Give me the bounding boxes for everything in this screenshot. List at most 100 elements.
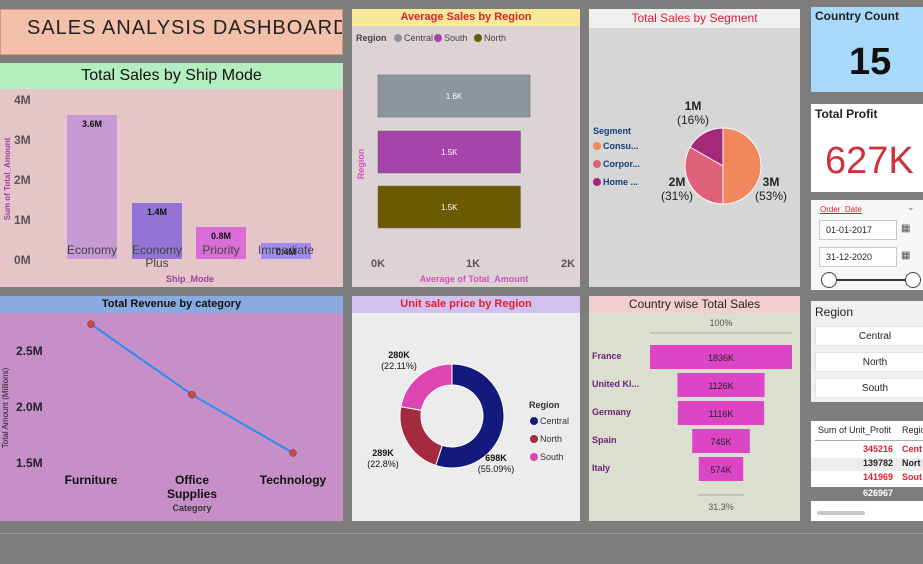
y-axis-label: Total Amount (Millions) [1, 367, 10, 448]
total-profit-card[interactable]: Total Profit 627K [811, 104, 923, 192]
data-label: 280K [388, 350, 410, 360]
legend-label: Home ... [603, 177, 638, 187]
data-label: 1M [685, 99, 702, 113]
calendar-icon[interactable]: ▦ [901, 223, 910, 234]
x-tick-label: Economy [67, 243, 117, 257]
data-label: (16%) [677, 113, 709, 127]
x-axis-label: Category [172, 503, 211, 513]
y-axis-label: Sum of Total_Amount [3, 137, 12, 220]
region-option-central[interactable]: Central [815, 326, 923, 346]
x-tick-label: Furniture [65, 473, 118, 487]
unit-price-title: Unit sale price by Region [352, 296, 580, 313]
legend-marker [530, 417, 538, 425]
data-point [188, 390, 196, 399]
legend-label: South [444, 33, 468, 43]
data-label: (22.11%) [381, 361, 417, 371]
data-label: 1.5K [441, 148, 458, 157]
country-count-value: 15 [849, 41, 892, 83]
legend-marker [530, 453, 538, 461]
category-label: Italy [592, 463, 610, 473]
total-profit-value: 627K [825, 140, 914, 182]
table-row[interactable]: 141969 Sout [811, 472, 923, 485]
data-label: 1126K [708, 381, 733, 391]
date-slider-start-handle[interactable] [821, 272, 837, 288]
avg-region-chart-panel[interactable]: Average Sales by Region Region Central Sou… [352, 9, 580, 287]
donut-slice [399, 405, 443, 466]
table-row[interactable]: 139782 Nort [811, 458, 923, 471]
order-date-slicer[interactable]: Order_Date ⌄ 01-01-2017 ▦ 31-12-2020 ▦ [811, 200, 923, 290]
total-profit-title: Total Profit [815, 107, 878, 121]
title-panel: SALES ANALYSIS DASHBOARD [0, 9, 343, 55]
calendar-icon[interactable]: ▦ [901, 250, 910, 261]
segment-chart-panel[interactable]: Total Sales by Segment Segment Consu... Co… [589, 9, 800, 287]
legend-title: Region [529, 400, 560, 410]
data-label: (55.09%) [478, 464, 515, 474]
region-slicer[interactable]: Region Central North South [811, 301, 923, 402]
x-tick-label: Office [175, 473, 209, 487]
data-label: 1116K [709, 409, 734, 419]
date-from-input[interactable]: 01-01-2017 [819, 220, 897, 240]
data-label: 574K [710, 465, 731, 475]
order-date-label: Order_Date [820, 205, 862, 214]
y-tick-label: 2.0M [16, 400, 43, 414]
revenue-chart-panel[interactable]: Total Revenue by category 2.5M 2.0M 1.5M To… [0, 296, 343, 521]
legend-marker [394, 34, 402, 42]
bar [67, 115, 117, 259]
data-label: 3.6M [82, 119, 102, 129]
table-cell: 345216 [863, 444, 894, 454]
x-tick-label: Technology [260, 473, 327, 487]
x-tick-label: Priority [202, 243, 239, 257]
region-option-south[interactable]: South [815, 378, 923, 398]
funnel-top-percent: 100% [709, 318, 732, 328]
legend-title: Segment [593, 126, 631, 136]
x-axis-label: Average of Total_Amount [420, 274, 529, 284]
legend-label: Central [404, 33, 433, 43]
x-tick-label: Supplies [167, 487, 217, 501]
x-tick-label: 1K [466, 258, 480, 270]
avg-region-chart: Region Central South North 1.6K 1.5K 1.5K Regio… [356, 33, 575, 284]
data-label: 1.6K [446, 92, 463, 101]
table-scrollbar[interactable] [817, 511, 865, 515]
country-count-title: Country Count [815, 9, 899, 23]
unit-price-chart-panel[interactable]: Unit sale price by Region 698K (55.09%) 28… [352, 296, 580, 521]
category-label: France [592, 351, 622, 361]
x-tick-label: Economy [132, 243, 182, 257]
data-label: 1836K [708, 353, 734, 363]
legend-marker [593, 142, 601, 150]
country-count-card[interactable]: Country Count 15 [811, 7, 923, 92]
date-slider-end-handle[interactable] [905, 272, 921, 288]
data-label: (31%) [661, 189, 693, 203]
date-to-input[interactable]: 31-12-2020 [819, 247, 897, 267]
revenue-title: Total Revenue by category [0, 296, 343, 313]
y-tick-label: 2M [14, 173, 31, 187]
legend-marker [530, 435, 538, 443]
segment-chart: Segment Consu... Corpor... Home ... 3M(53%) 2… [593, 99, 787, 205]
x-tick-label: 2K [561, 258, 575, 270]
segment-title: Total Sales by Segment [589, 9, 800, 28]
unit-price-chart: 698K(55.09%) 289K(22.8%) 280K(22.11%) Regio… [367, 350, 569, 474]
data-label: (22.8%) [367, 459, 399, 469]
category-label: Germany [592, 407, 631, 417]
legend-label: Corpor... [603, 159, 640, 169]
data-label: 0.8M [211, 231, 231, 241]
y-tick-label: 3M [14, 133, 31, 147]
column-header[interactable]: Regio [902, 425, 923, 435]
legend-label: North [540, 434, 562, 444]
profit-table[interactable]: Sum of Unit_Profit Regio 345216 Cent 139… [811, 421, 923, 521]
region-option-north[interactable]: North [815, 352, 923, 372]
country-sales-chart-panel[interactable]: Country wise Total Sales 100% 1836K France… [589, 296, 800, 521]
table-cell: 139782 [863, 458, 894, 468]
legend-label: Central [540, 416, 569, 426]
y-tick-label: 1.5M [16, 456, 43, 470]
chevron-down-icon[interactable]: ⌄ [907, 202, 915, 213]
ship-mode-chart-panel[interactable]: Total Sales by Ship Mode 4M 3M 2M 1M 0M Sum o… [0, 63, 343, 287]
legend-marker [593, 178, 601, 186]
y-axis-label: Region [356, 149, 366, 180]
column-header[interactable]: Sum of Unit_Profit [818, 425, 891, 435]
revenue-chart: 2.5M 2.0M 1.5M Total Amount (Millions) Furni… [1, 320, 327, 513]
table-row[interactable]: 345216 Cent [811, 444, 923, 457]
data-label: 2M [669, 175, 686, 189]
data-label: 3M [763, 175, 780, 189]
country-sales-chart: 100% 1836K France 1126K United Ki... 1116K Ger… [592, 318, 792, 512]
dashboard-title: SALES ANALYSIS DASHBOARD [27, 17, 343, 39]
